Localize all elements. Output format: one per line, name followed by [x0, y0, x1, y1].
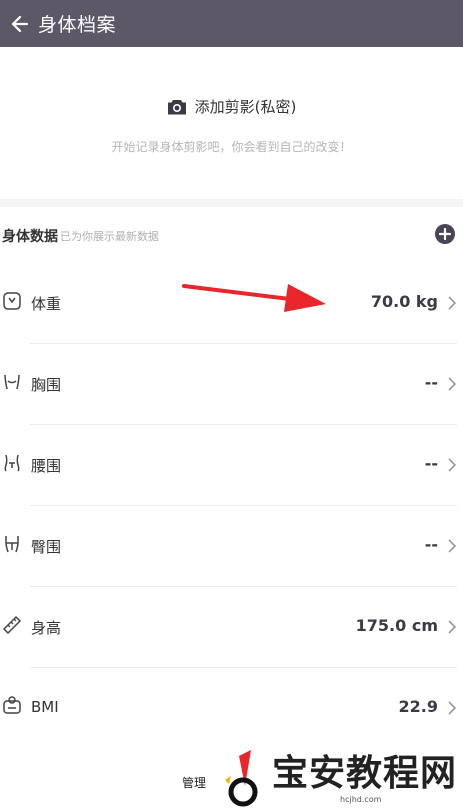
- chest-icon: [4, 374, 20, 390]
- row-height[interactable]: 身高 175.0 cm: [0, 587, 463, 668]
- back-button[interactable]: [2, 6, 38, 42]
- row-label: BMI: [31, 698, 59, 716]
- row-label: 腰围: [31, 457, 62, 475]
- watermark: 宝安教程网 hcjhd.com: [213, 740, 463, 812]
- chevron-right-icon: [448, 458, 457, 472]
- hip-icon: [5, 536, 19, 553]
- add-photo-label: 添加剪影(私密): [194, 98, 297, 116]
- row-chest[interactable]: 胸围 --: [0, 344, 463, 425]
- section-title: 身体数据: [2, 229, 58, 245]
- row-waist[interactable]: 腰围 --: [0, 425, 463, 506]
- row-value: --: [424, 454, 438, 473]
- watermark-logo: [225, 750, 258, 807]
- watermark-url: hcjhd.com: [340, 795, 382, 804]
- bmi-icon: [3, 696, 21, 714]
- scale-icon: [3, 292, 21, 310]
- row-value: --: [424, 535, 438, 554]
- chevron-right-icon: [448, 701, 457, 715]
- camera-icon: [167, 99, 186, 114]
- section-subtitle: 已为你展示最新数据: [60, 230, 159, 243]
- manage-link[interactable]: 管理: [182, 774, 206, 791]
- section-header: 身体数据 已为你展示最新数据: [0, 207, 463, 263]
- row-hip[interactable]: 臀围 --: [0, 506, 463, 587]
- row-value: --: [424, 373, 438, 392]
- chevron-right-icon: [448, 539, 457, 553]
- chevron-right-icon: [448, 296, 457, 310]
- row-value: 175.0 cm: [355, 616, 438, 635]
- row-label: 体重: [31, 295, 62, 313]
- row-label: 臀围: [31, 538, 62, 556]
- row-label: 胸围: [31, 376, 62, 394]
- waist-icon: [4, 454, 20, 472]
- row-bmi[interactable]: BMI 22.9: [0, 668, 463, 749]
- watermark-text: 宝安教程网: [272, 752, 458, 794]
- plus-icon: [439, 228, 451, 240]
- photo-section: 添加剪影(私密) 开始记录身体剪影吧，你会看到自己的改变！: [0, 47, 463, 199]
- row-value: 70.0 kg: [370, 292, 438, 311]
- add-data-button[interactable]: [435, 224, 455, 244]
- page-title: 身体档案: [38, 14, 117, 36]
- chevron-right-icon: [448, 620, 457, 634]
- chevron-right-icon: [448, 377, 457, 391]
- photo-hint: 开始记录身体剪影吧，你会看到自己的改变！: [111, 140, 352, 154]
- arrow-left-icon: [11, 15, 29, 32]
- add-photo-button[interactable]: 添加剪影(私密): [0, 96, 463, 117]
- annotation-arrow: [182, 284, 326, 312]
- top-bar: 身体档案: [0, 0, 463, 47]
- row-label: 身高: [31, 619, 62, 637]
- row-value: 22.9: [398, 697, 438, 716]
- ruler-icon: [2, 615, 22, 635]
